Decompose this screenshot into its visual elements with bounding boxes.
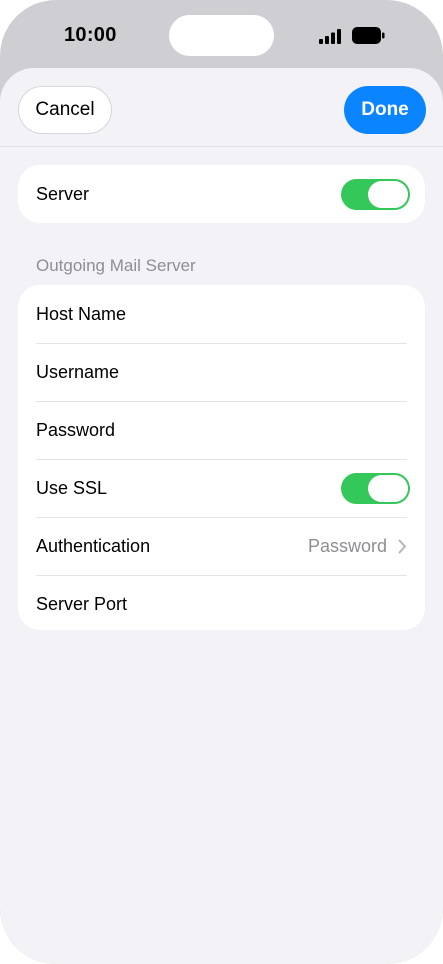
server-toggle[interactable] [341,179,410,210]
cellular-signal-icon [319,29,341,44]
server-card: Server [18,165,425,223]
use-ssl-row: Use SSL [18,459,425,517]
username-row[interactable]: Username [18,343,425,401]
status-time: 10:00 [64,24,117,46]
password-label: Password [36,419,116,440]
authentication-label: Authentication [36,535,151,556]
phone-frame: 10:00 Cancel Done Server Outgoing Mail S… [0,0,443,964]
server-port-label: Server Port [36,593,128,614]
outgoing-mail-server-header: Outgoing Mail Server [36,256,196,275]
authentication-row[interactable]: Authentication Password [18,517,425,575]
server-settings-sheet: Cancel Done Server Outgoing Mail Server … [0,68,443,964]
host-name-label: Host Name [36,303,127,324]
toggle-knob [368,475,408,502]
authentication-value: Password [307,535,387,556]
status-bar: 10:00 [0,0,443,70]
username-label: Username [36,361,120,382]
sheet-toolbar: Cancel Done [0,68,443,147]
use-ssl-toggle[interactable] [341,473,410,504]
use-ssl-label: Use SSL [36,477,108,498]
dynamic-island [169,15,274,56]
toggle-knob [368,181,408,208]
server-label: Server [36,183,90,204]
battery-icon [352,27,385,44]
done-button[interactable]: Done [344,86,426,134]
server-row: Server [18,165,425,223]
password-row[interactable]: Password [18,401,425,459]
cancel-button[interactable]: Cancel [18,86,112,134]
server-port-row[interactable]: Server Port [18,575,425,633]
outgoing-mail-server-card: Host Name Username Password Use SSL Auth… [18,285,425,630]
host-name-row[interactable]: Host Name [18,285,425,343]
chevron-right-icon [398,539,406,554]
